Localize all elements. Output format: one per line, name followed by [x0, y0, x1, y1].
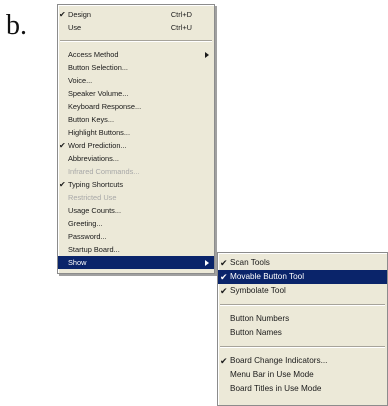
menu-item-label: Word Prediction...	[68, 141, 127, 150]
check-icon: ✔	[220, 356, 228, 366]
menu-item-label: Typing Shortcuts	[68, 180, 124, 189]
check-icon: ✔	[59, 10, 66, 19]
menu-item-speaker-volume[interactable]: Speaker Volume...	[58, 87, 214, 100]
menu-item-label: Infrared Commands...	[68, 167, 140, 176]
menu-item-restricted-use: Restricted Use	[58, 191, 214, 204]
menu-item-symbolate-tool[interactable]: ✔ Symbolate Tool	[218, 284, 387, 298]
menu-item-greeting[interactable]: Greeting...	[58, 217, 214, 230]
menu-item-label: Symbolate Tool	[230, 286, 286, 295]
menu-item-design[interactable]: ✔ Design Ctrl+D	[58, 8, 214, 21]
menu-item-label: Startup Board...	[68, 245, 120, 254]
menu-item-label: Keyboard Response...	[68, 102, 142, 111]
check-icon: ✔	[220, 258, 228, 268]
menu-item-label: Use	[68, 23, 82, 32]
menu-item-usage-counts[interactable]: Usage Counts...	[58, 204, 214, 217]
menu-item-label: Design	[68, 10, 92, 19]
menu-separator	[60, 40, 212, 42]
menu-item-label: Password...	[68, 232, 107, 241]
menu-item-label: Board Titles in Use Mode	[230, 384, 322, 393]
menu-item-label: Show	[68, 258, 87, 267]
menu-item-word-prediction[interactable]: ✔ Word Prediction...	[58, 139, 214, 152]
show-submenu: ✔ Scan Tools ✔ Movable Button Tool ✔ Sym…	[217, 252, 388, 406]
menu-item-voice[interactable]: Voice...	[58, 74, 214, 87]
menu-item-label: Greeting...	[68, 219, 103, 228]
menu-item-access-method[interactable]: Access Method	[58, 48, 214, 61]
shortcut-label: Ctrl+D	[170, 10, 192, 19]
menu-item-label: Speaker Volume...	[68, 89, 129, 98]
menu-item-movable-button-tool[interactable]: ✔ Movable Button Tool	[218, 270, 387, 284]
menu-item-label: Restricted Use	[68, 193, 117, 202]
check-icon: ✔	[59, 141, 66, 150]
menu-item-startup-board[interactable]: Startup Board...	[58, 243, 214, 256]
menu-item-label: Highlight Buttons...	[68, 128, 131, 137]
menu-item-button-keys[interactable]: Button Keys...	[58, 113, 214, 126]
menu-item-label: Button Names	[230, 328, 282, 337]
menu-item-menu-bar-in-use-mode[interactable]: Menu Bar in Use Mode	[218, 368, 387, 382]
submenu-arrow-icon	[205, 52, 209, 58]
menu-item-scan-tools[interactable]: ✔ Scan Tools	[218, 256, 387, 270]
options-menu: ✔ Design Ctrl+D Use Ctrl+U Access Method…	[57, 4, 215, 274]
menu-separator	[220, 304, 385, 306]
check-icon: ✔	[59, 180, 66, 189]
menu-item-label: Usage Counts...	[68, 206, 121, 215]
check-icon: ✔	[220, 272, 228, 282]
menu-item-use[interactable]: Use Ctrl+U	[58, 21, 214, 34]
menu-item-keyboard-response[interactable]: Keyboard Response...	[58, 100, 214, 113]
menu-item-password[interactable]: Password...	[58, 230, 214, 243]
menu-item-label: Voice...	[68, 76, 93, 85]
shortcut-label: Ctrl+U	[170, 23, 192, 32]
check-icon: ✔	[220, 286, 228, 296]
menu-item-label: Button Selection...	[68, 63, 128, 72]
menu-item-label: Menu Bar in Use Mode	[230, 370, 314, 379]
menu-item-label: Button Keys...	[68, 115, 115, 124]
menu-item-button-selection[interactable]: Button Selection...	[58, 61, 214, 74]
menu-item-infrared-commands: Infrared Commands...	[58, 165, 214, 178]
menu-item-button-names[interactable]: Button Names	[218, 326, 387, 340]
menu-item-abbreviations[interactable]: Abbreviations...	[58, 152, 214, 165]
menu-item-button-numbers[interactable]: Button Numbers	[218, 312, 387, 326]
menu-item-highlight-buttons[interactable]: Highlight Buttons...	[58, 126, 214, 139]
menu-item-label: Movable Button Tool	[230, 272, 305, 281]
menu-item-label: Button Numbers	[230, 314, 290, 323]
menu-item-show[interactable]: Show	[58, 256, 214, 269]
menu-item-label: Board Change Indicators...	[230, 356, 328, 365]
menu-item-board-change-indicators[interactable]: ✔ Board Change Indicators...	[218, 354, 387, 368]
submenu-arrow-icon	[205, 260, 209, 266]
menu-separator	[220, 346, 385, 348]
menu-item-typing-shortcuts[interactable]: ✔ Typing Shortcuts	[58, 178, 214, 191]
menu-item-label: Scan Tools	[230, 258, 270, 267]
menu-item-label: Access Method	[68, 50, 119, 59]
menu-item-board-titles-in-use-mode[interactable]: Board Titles in Use Mode	[218, 382, 387, 396]
figure-label: b.	[6, 10, 27, 41]
menu-item-label: Abbreviations...	[68, 154, 119, 163]
